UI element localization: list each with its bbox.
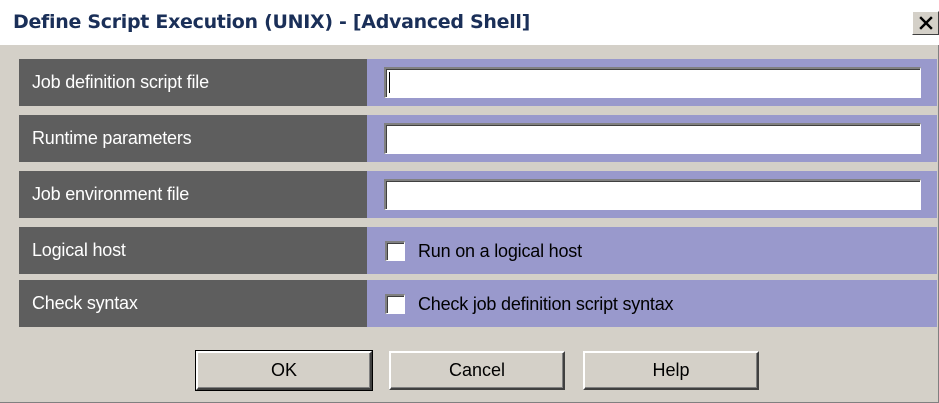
close-icon: [918, 16, 933, 30]
logical-host-label: Logical host: [19, 227, 367, 274]
job-definition-script-file-cell: [367, 59, 937, 106]
check-script-syntax-checkbox[interactable]: [385, 294, 405, 314]
job-environment-file-cell: [367, 171, 937, 218]
close-button[interactable]: [912, 11, 939, 35]
runtime-parameters-cell: [367, 115, 937, 162]
run-on-logical-host-checkbox-control[interactable]: Run on a logical host: [385, 239, 582, 263]
title-bar: Define Script Execution (UNIX) - [Advanc…: [0, 0, 939, 45]
window-title: Define Script Execution (UNIX) - [Advanc…: [13, 11, 531, 33]
check-script-syntax-label[interactable]: Check job definition script syntax: [418, 294, 674, 315]
job-definition-script-file-input[interactable]: [384, 67, 921, 98]
cancel-button[interactable]: Cancel: [389, 351, 565, 390]
check-syntax-label: Check syntax: [19, 280, 367, 327]
ok-button[interactable]: OK: [195, 350, 373, 391]
form-row-job-environment-file: Job environment file: [19, 171, 937, 218]
job-definition-script-file-label: Job definition script file: [19, 59, 367, 106]
form-row-logical-host: Logical host Run on a logical host: [19, 227, 937, 274]
form-row-runtime-parameters: Runtime parameters: [19, 115, 937, 162]
run-on-logical-host-label[interactable]: Run on a logical host: [418, 241, 582, 262]
runtime-parameters-label: Runtime parameters: [19, 115, 367, 162]
check-script-syntax-checkbox-control[interactable]: Check job definition script syntax: [385, 292, 674, 316]
runtime-parameters-input[interactable]: [384, 123, 921, 154]
text-cursor: [389, 72, 390, 93]
help-button[interactable]: Help: [583, 351, 759, 390]
job-environment-file-label: Job environment file: [19, 171, 367, 218]
form-row-check-syntax: Check syntax Check job definition script…: [19, 280, 937, 327]
run-on-logical-host-checkbox[interactable]: [385, 241, 405, 261]
logical-host-cell: Run on a logical host: [367, 227, 937, 274]
form-row-job-definition-script-file: Job definition script file: [19, 59, 937, 106]
check-syntax-cell: Check job definition script syntax: [367, 280, 937, 327]
job-environment-file-input[interactable]: [384, 179, 921, 210]
define-script-execution-dialog: Define Script Execution (UNIX) - [Advanc…: [0, 0, 939, 403]
